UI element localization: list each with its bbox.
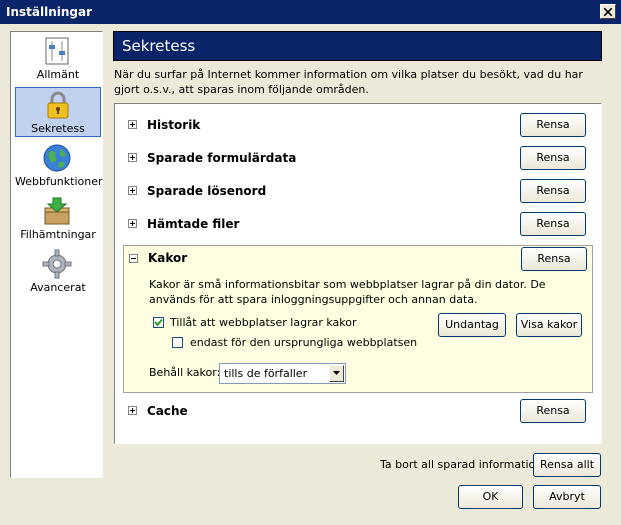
expand-toggle[interactable]: [128, 406, 137, 415]
close-button[interactable]: [600, 4, 616, 19]
section-label: Historik: [147, 118, 201, 132]
intro-text: När du surfar på Internet kommer informa…: [114, 68, 583, 96]
section-form-data: Sparade formulärdata Rensa: [123, 146, 593, 172]
section-cookies: Kakor Rensa Kakor är små informationsbit…: [123, 245, 593, 393]
clear-all-button[interactable]: Rensa allt: [533, 453, 601, 477]
download-box-icon: [44, 197, 70, 225]
cookies-description: Kakor är små informationsbitar som webbp…: [149, 278, 546, 306]
sidebar-item-advanced[interactable]: Avancerat: [15, 247, 101, 297]
origin-only-label: endast för den ursprungliga webbplatsen: [190, 336, 418, 349]
keep-cookies-select[interactable]: tills de förfaller: [219, 363, 346, 384]
general-settings-icon: [45, 37, 69, 65]
expand-toggle[interactable]: [128, 153, 137, 162]
allow-cookies-label: Tillåt att webbplatser lagrar kakor: [170, 316, 357, 329]
section-label: Hämtade filer: [147, 217, 240, 231]
section-passwords: Sparade lösenord Rensa: [123, 179, 593, 205]
section-label: Sparade lösenord: [147, 184, 267, 198]
checkmark-icon: [154, 318, 163, 327]
sidebar: Allmänt Sekretess Webbfunktioner Filhämt…: [10, 31, 103, 478]
window-title: Inställningar: [6, 5, 93, 19]
expand-toggle[interactable]: [128, 120, 137, 129]
exceptions-button[interactable]: Undantag: [438, 313, 506, 337]
expand-toggle[interactable]: [128, 186, 137, 195]
keep-cookies-label: Behåll kakor:: [149, 366, 221, 379]
section-downloaded-files: Hämtade filer Rensa: [123, 212, 593, 238]
sidebar-item-web-features[interactable]: Webbfunktioner: [15, 141, 103, 191]
sidebar-item-label: Allmänt: [36, 68, 80, 81]
clear-form-data-button[interactable]: Rensa: [520, 146, 586, 170]
page-title: Sekretess: [122, 37, 196, 55]
ok-button[interactable]: OK: [458, 485, 523, 509]
clear-cache-button[interactable]: Rensa: [520, 399, 586, 423]
section-cache: Cache Rensa: [123, 399, 593, 425]
allow-cookies-checkbox[interactable]: [153, 317, 164, 328]
show-cookies-button[interactable]: Visa kakor: [516, 313, 582, 337]
settings-window: Inställningar Allmänt Sekretess Webbfunk…: [0, 0, 621, 525]
sidebar-item-privacy[interactable]: Sekretess: [15, 87, 101, 137]
collapse-toggle[interactable]: [129, 254, 138, 263]
select-value: tills de förfaller: [224, 367, 308, 380]
section-label: Sparade formulärdata: [147, 151, 297, 165]
expand-toggle[interactable]: [128, 219, 137, 228]
section-label: Kakor: [148, 251, 188, 265]
clear-history-button[interactable]: Rensa: [520, 113, 586, 137]
sidebar-item-general[interactable]: Allmänt: [15, 34, 101, 84]
sidebar-item-label: Avancerat: [30, 281, 86, 294]
privacy-panel: Historik Rensa Sparade formulärdata Rens…: [114, 103, 602, 444]
title-bar: Inställningar: [0, 0, 621, 24]
clear-downloads-button[interactable]: Rensa: [520, 212, 586, 236]
chevron-down-icon: [333, 371, 340, 375]
section-history: Historik Rensa: [123, 113, 593, 139]
sidebar-item-label: Filhämtningar: [20, 228, 96, 241]
clear-cookies-button[interactable]: Rensa: [521, 247, 587, 271]
clear-passwords-button[interactable]: Rensa: [520, 179, 586, 203]
globe-icon: [43, 144, 71, 172]
gear-icon: [42, 249, 72, 279]
dropdown-button[interactable]: [329, 365, 344, 382]
close-icon: [604, 8, 612, 16]
origin-only-checkbox[interactable]: [172, 337, 183, 348]
cancel-button[interactable]: Avbryt: [533, 485, 601, 509]
sidebar-item-downloads[interactable]: Filhämtningar: [15, 194, 101, 244]
lock-icon: [47, 91, 69, 119]
sidebar-item-label: Sekretess: [31, 122, 85, 135]
clear-all-label: Ta bort all sparad information:: [380, 458, 546, 471]
section-label: Cache: [147, 404, 188, 418]
section-header: Sekretess: [113, 31, 602, 61]
sidebar-item-label: Webbfunktioner: [15, 175, 103, 188]
